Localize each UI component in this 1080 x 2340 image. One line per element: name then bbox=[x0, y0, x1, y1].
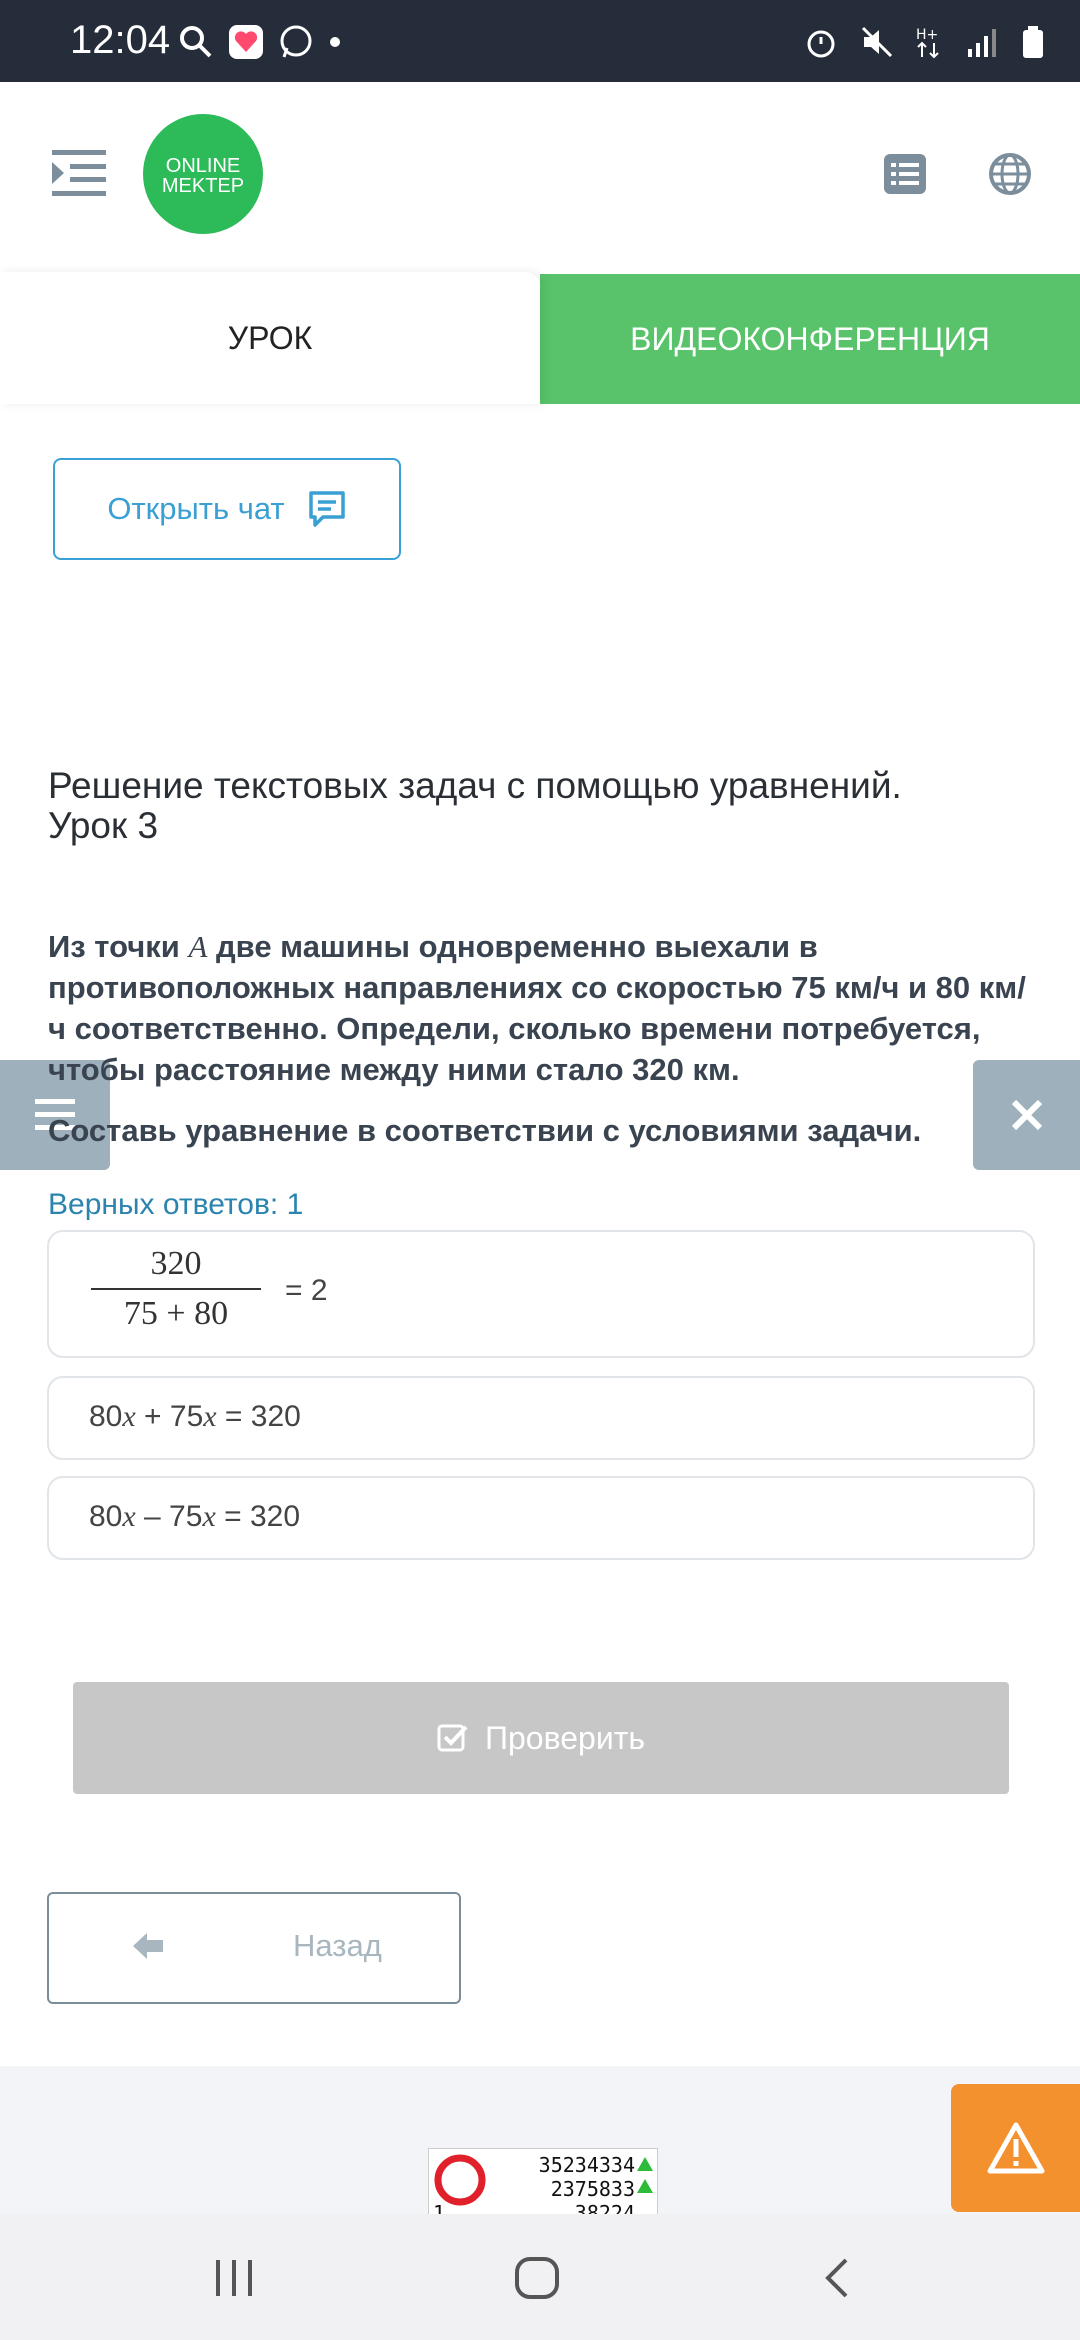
heart-app-icon bbox=[229, 25, 263, 59]
checkbox-check-icon bbox=[437, 1724, 468, 1752]
answer-option-1[interactable]: 320 75 + 80 = 2 bbox=[47, 1230, 1035, 1358]
problem-pre: Из точки bbox=[48, 929, 189, 964]
check-button-label: Проверить bbox=[484, 1719, 646, 1756]
back-nav-icon[interactable] bbox=[822, 2256, 852, 2300]
whatsapp-icon bbox=[280, 25, 312, 58]
option-2-equation: 80x + 75x = 320 bbox=[89, 1400, 301, 1434]
option-1-equals: = 2 bbox=[285, 1274, 328, 1307]
tab-videoconference[interactable]: ВИДЕОКОНФЕРЕНЦИЯ bbox=[540, 274, 1080, 404]
system-nav-bar bbox=[0, 2214, 1080, 2340]
status-time: 12:04 bbox=[70, 18, 171, 62]
logo-line2: MEKTEP bbox=[161, 175, 245, 197]
data-hplus-icon: H+ bbox=[916, 27, 939, 59]
recent-apps-icon[interactable] bbox=[214, 2258, 254, 2298]
menu-collapse-icon[interactable] bbox=[52, 146, 106, 200]
alarm-icon bbox=[807, 30, 835, 58]
list-icon[interactable] bbox=[884, 154, 926, 194]
option-2-op: + 75 bbox=[135, 1400, 204, 1433]
lesson-card: Открыть чат Решение текстовых задач с по… bbox=[0, 404, 1080, 2066]
status-bar: 12:04 H+ bbox=[0, 0, 1080, 82]
lesson-title: Решение текстовых задач с помощью уравне… bbox=[48, 766, 1038, 846]
lesson-title-line2: Урок 3 bbox=[48, 805, 159, 846]
home-icon[interactable] bbox=[514, 2256, 560, 2300]
fraction-bar bbox=[91, 1288, 261, 1290]
warning-icon bbox=[987, 2122, 1044, 2174]
answer-option-2[interactable]: 80x + 75x = 320 bbox=[47, 1376, 1035, 1460]
logo[interactable]: ONLINE MEKTEP bbox=[143, 114, 263, 234]
tab-bar: УРОК ВИДЕОКОНФЕРЕНЦИЯ bbox=[0, 272, 1080, 404]
option-3-var2: x bbox=[202, 1500, 216, 1533]
fraction: 320 75 + 80 bbox=[91, 1244, 261, 1334]
task-text: Составь уравнение в соответствии с услов… bbox=[48, 1113, 922, 1148]
option-2-rhs: = 320 bbox=[216, 1400, 301, 1433]
mute-icon bbox=[861, 26, 893, 58]
green-up-icon bbox=[637, 2157, 653, 2193]
app-header: ONLINE MEKTEP bbox=[0, 82, 1080, 272]
dot-icon bbox=[330, 37, 340, 47]
correct-answers-count: Верных ответов: 1 bbox=[48, 1188, 304, 1221]
battery-icon bbox=[1023, 26, 1043, 58]
problem-var: A bbox=[188, 929, 208, 964]
fraction-denominator: 75 + 80 bbox=[123, 1295, 229, 1332]
report-problem-button[interactable] bbox=[951, 2084, 1080, 2212]
option-2-coef: 80 bbox=[89, 1400, 123, 1433]
back-button-label: Назад bbox=[293, 1928, 382, 1963]
svg-text:H+: H+ bbox=[916, 27, 938, 43]
check-button[interactable]: Проверить bbox=[73, 1682, 1009, 1794]
option-3-equation: 80x – 75x = 320 bbox=[89, 1500, 300, 1534]
signal-icon bbox=[968, 29, 996, 57]
fraction-numerator: 320 bbox=[150, 1245, 202, 1282]
option-3-var: x bbox=[122, 1500, 136, 1533]
option-3-op: – 75 bbox=[135, 1500, 203, 1533]
open-chat-button[interactable]: Открыть чат bbox=[53, 458, 401, 560]
option-3-coef: 80 bbox=[89, 1500, 123, 1533]
widget-line2: 2375833 bbox=[550, 2177, 635, 2201]
widget-line1: 35234334 bbox=[538, 2153, 635, 2177]
back-button[interactable]: Назад bbox=[47, 1892, 461, 2004]
red-circle-icon bbox=[434, 2154, 486, 2206]
arrow-left-icon bbox=[133, 1933, 163, 1959]
counter-widget[interactable]: 35234334 2375833 1 38224 bbox=[428, 2148, 658, 2216]
globe-icon[interactable] bbox=[988, 152, 1032, 196]
option-2-var: x bbox=[122, 1400, 136, 1433]
problem-text: Из точки A две машины одновременно выеха… bbox=[48, 926, 1038, 1090]
option-2-var2: x bbox=[203, 1400, 217, 1433]
answer-option-3[interactable]: 80x – 75x = 320 bbox=[47, 1476, 1035, 1560]
chat-icon bbox=[308, 491, 345, 527]
tab-lesson[interactable]: УРОК bbox=[0, 272, 540, 404]
lesson-title-line1: Решение текстовых задач с помощью уравне… bbox=[48, 765, 902, 806]
logo-line1: ONLINE bbox=[165, 155, 241, 177]
option-3-rhs: = 320 bbox=[215, 1500, 301, 1533]
open-chat-label: Открыть чат bbox=[107, 491, 285, 526]
search-icon bbox=[180, 26, 212, 58]
